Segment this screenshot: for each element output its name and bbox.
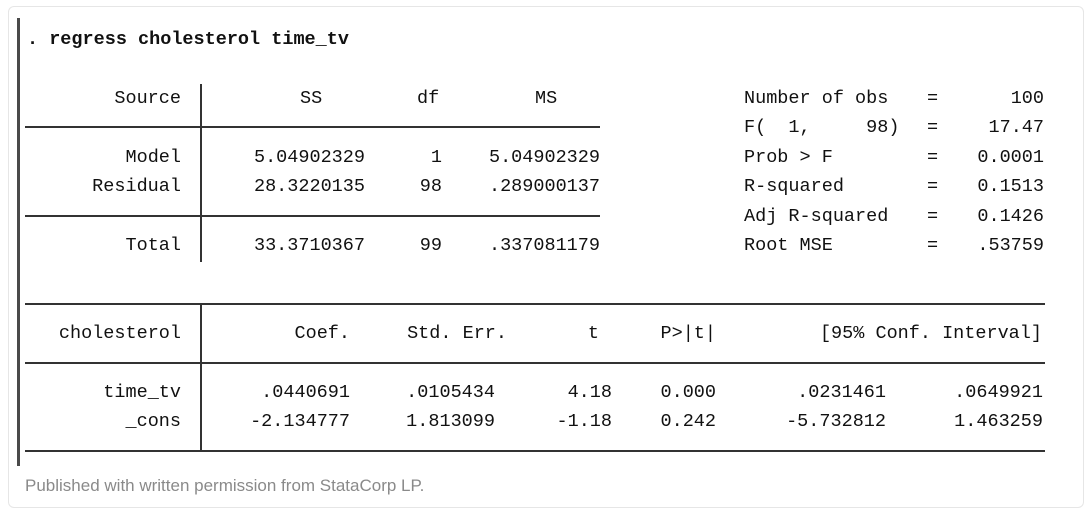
coef-ci-high-cell: .0649921 <box>954 382 1043 403</box>
coef-top-rule <box>25 303 1045 305</box>
stat-label: R-squared <box>744 176 844 197</box>
stat-equals: = <box>927 206 939 227</box>
coef-se-cell: .0105434 <box>406 382 495 403</box>
stat-value: 0.1513 <box>977 176 1044 197</box>
anova-total-rule <box>25 215 600 217</box>
coef-var-cell: time_tv <box>103 382 181 403</box>
anova-df-cell: 98 <box>419 176 442 197</box>
stat-value: .53759 <box>977 235 1044 256</box>
permission-caption: Published with written permission from S… <box>25 476 425 495</box>
coef-ci-low-cell: .0231461 <box>797 382 886 403</box>
anova-header-rule <box>25 126 600 128</box>
stat-equals: = <box>927 235 939 256</box>
command-line: . regress cholesterol time_tv <box>27 29 349 50</box>
anova-ss-cell: 28.3220135 <box>253 176 365 197</box>
anova-source-cell: Model <box>125 147 181 168</box>
coef-t-cell: 4.18 <box>567 382 612 403</box>
anova-df-cell: 99 <box>419 235 442 256</box>
stat-value: 100 <box>1010 88 1044 109</box>
anova-header-ss: SS <box>300 88 323 109</box>
coef-se-cell: 1.813099 <box>406 411 495 432</box>
left-accent-bar <box>17 18 20 466</box>
stat-label: Root MSE <box>744 235 833 256</box>
anova-header-source: Source <box>114 88 181 109</box>
coef-t-cell: -1.18 <box>556 411 612 432</box>
coef-value-cell: .0440691 <box>261 382 350 403</box>
anova-source-cell: Residual <box>92 176 181 197</box>
coef-p-cell: 0.000 <box>660 382 716 403</box>
coef-header-se: Std. Err. <box>407 323 507 344</box>
stat-equals: = <box>927 176 939 197</box>
coef-header-var: cholesterol <box>58 323 181 344</box>
coef-header-p: P>|t| <box>660 323 716 344</box>
coef-bottom-rule <box>25 450 1045 452</box>
stat-value: 17.47 <box>988 117 1044 138</box>
stat-label: F( 1, 98) <box>744 117 900 138</box>
coef-value-cell: -2.134777 <box>250 411 350 432</box>
stat-label: Adj R-squared <box>744 206 889 227</box>
anova-ms-cell: 5.04902329 <box>488 147 600 168</box>
coef-var-cell: _cons <box>125 411 181 432</box>
anova-ms-cell: .337081179 <box>488 235 600 256</box>
coef-header-coef: Coef. <box>294 323 350 344</box>
stat-label: Prob > F <box>744 147 833 168</box>
coef-column-divider <box>200 303 202 451</box>
anova-column-divider <box>200 84 202 262</box>
stat-equals: = <box>927 88 939 109</box>
coef-ci-low-cell: -5.732812 <box>786 411 886 432</box>
stat-value: 0.0001 <box>977 147 1044 168</box>
anova-ss-cell: 33.3710367 <box>253 235 365 256</box>
coef-header-t: t <box>587 323 599 344</box>
anova-df-cell: 1 <box>430 147 442 168</box>
coef-ci-high-cell: 1.463259 <box>954 411 1043 432</box>
anova-ss-cell: 5.04902329 <box>253 147 365 168</box>
stat-label: Number of obs <box>744 88 889 109</box>
coef-header-rule <box>25 362 1045 364</box>
anova-source-cell: Total <box>125 235 181 256</box>
anova-ms-cell: .289000137 <box>488 176 600 197</box>
anova-header-ms: MS <box>535 88 558 109</box>
stat-equals: = <box>927 117 939 138</box>
anova-header-df: df <box>417 88 440 109</box>
coef-header-ci: [95% Conf. Interval] <box>819 323 1042 344</box>
stat-value: 0.1426 <box>977 206 1044 227</box>
stat-equals: = <box>927 147 939 168</box>
coef-p-cell: 0.242 <box>660 411 716 432</box>
